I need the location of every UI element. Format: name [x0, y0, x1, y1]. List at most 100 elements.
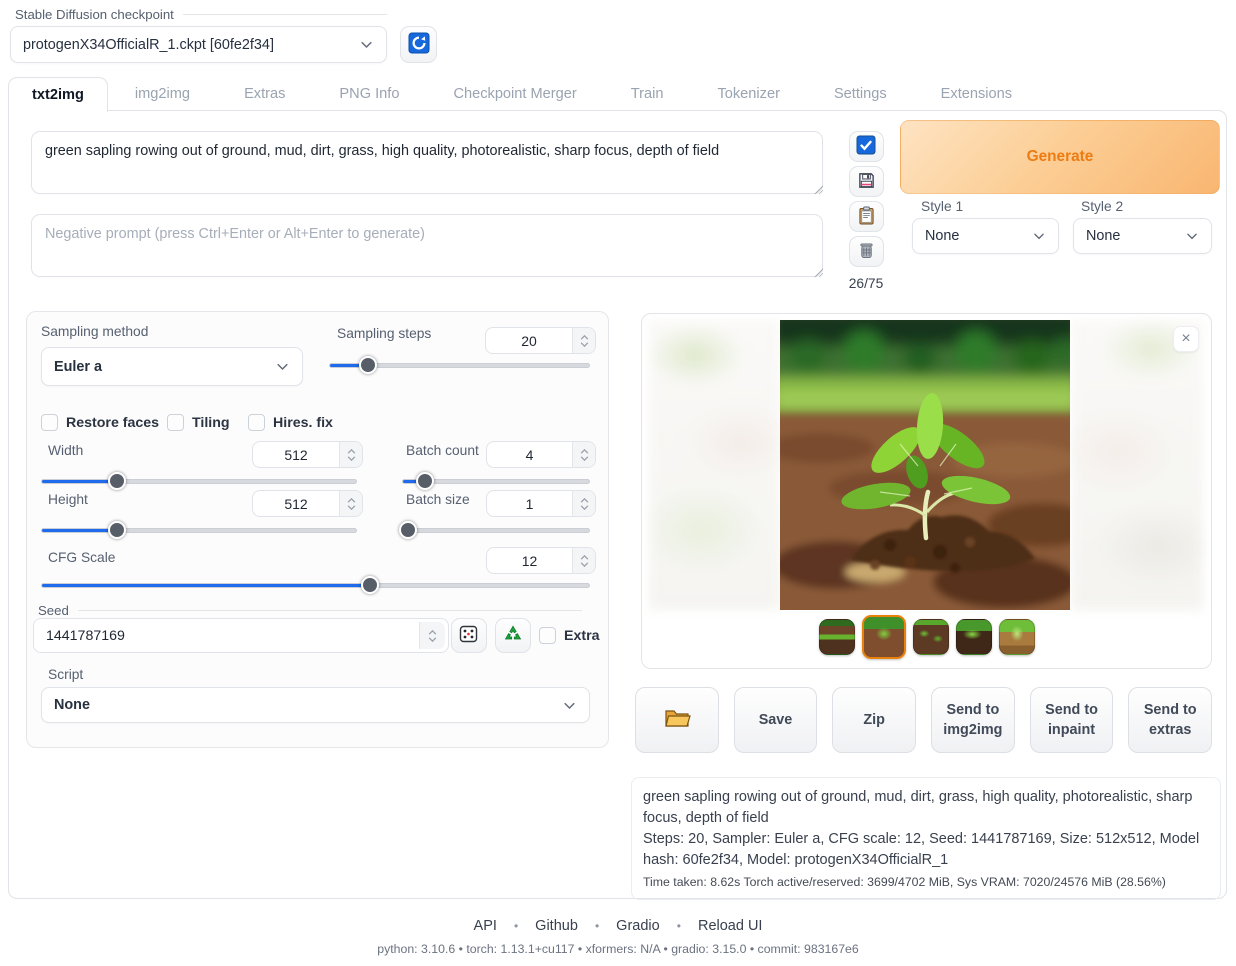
save-button[interactable]: Save: [734, 687, 818, 753]
cfg-scale-slider[interactable]: [41, 576, 590, 594]
stepper-buttons[interactable]: [339, 491, 362, 516]
clear-prompt-button[interactable]: [849, 236, 884, 267]
batch-count-input[interactable]: [487, 442, 572, 467]
check-icon: [856, 135, 876, 158]
batch-size-label: Batch size: [406, 492, 470, 507]
checkbox-box: [248, 414, 265, 431]
tab-extensions[interactable]: Extensions: [914, 77, 1039, 111]
tab-label: Tokenizer: [717, 86, 779, 102]
footer-link-reload-ui[interactable]: Reload UI: [698, 918, 762, 934]
tab-checkpoint-merger[interactable]: Checkpoint Merger: [426, 77, 603, 111]
gallery-thumbnail-1[interactable]: [819, 619, 855, 655]
gallery-thumbnail-2-selected[interactable]: [862, 615, 906, 659]
open-folder-button[interactable]: [635, 687, 719, 753]
footer-link-gradio[interactable]: Gradio: [616, 918, 660, 934]
script-dropdown[interactable]: None: [41, 687, 590, 723]
send-to-img2img-button[interactable]: Send to img2img: [931, 687, 1015, 753]
paste-params-button[interactable]: [849, 131, 884, 162]
footer-link-api[interactable]: API: [474, 918, 497, 934]
seed-label-row: Seed: [33, 603, 582, 618]
gallery-thumbnail-5[interactable]: [999, 619, 1035, 655]
style1-label: Style 1: [921, 199, 963, 214]
style1-dropdown[interactable]: None: [912, 218, 1059, 254]
tab-train[interactable]: Train: [604, 77, 691, 111]
gallery-thumbnails: [642, 613, 1211, 661]
prompt-input[interactable]: green sapling rowing out of ground, mud,…: [31, 131, 823, 194]
generation-info: green sapling rowing out of ground, mud,…: [631, 777, 1221, 900]
height-input[interactable]: [253, 491, 339, 516]
width-input[interactable]: [253, 442, 339, 467]
tab-label: Extras: [244, 86, 285, 102]
seed-input-box: [33, 618, 449, 653]
gallery-thumbnail-4[interactable]: [956, 619, 992, 655]
stepper-buttons[interactable]: [419, 622, 445, 649]
stepper-buttons[interactable]: [572, 548, 595, 573]
stepper-buttons[interactable]: [339, 442, 362, 467]
extra-label: Extra: [564, 628, 600, 644]
stepper-buttons[interactable]: [572, 442, 595, 467]
sampling-method-label: Sampling method: [41, 324, 148, 339]
zip-button[interactable]: Zip: [832, 687, 916, 753]
generation-info-performance: Time taken: 8.62s Torch active/reserved:…: [643, 874, 1209, 892]
close-icon[interactable]: ×: [1173, 326, 1199, 352]
negative-prompt-input[interactable]: [31, 214, 823, 277]
batch-size-input[interactable]: [487, 491, 572, 516]
tab-png-info[interactable]: PNG Info: [312, 77, 426, 111]
footer: API • Github • Gradio • Reload UI python…: [0, 918, 1236, 956]
batch-count-slider[interactable]: [402, 472, 590, 490]
reuse-seed-button[interactable]: [495, 618, 531, 653]
checkpoint-section: Stable Diffusion checkpoint protogenX34O…: [10, 7, 440, 63]
prompt-tools: 26/75: [848, 131, 884, 291]
cfg-scale-input[interactable]: [487, 548, 572, 573]
generate-button[interactable]: Generate: [900, 120, 1220, 194]
tab-label: Extensions: [941, 86, 1012, 102]
save-style-button[interactable]: [849, 166, 884, 197]
tab-txt2img[interactable]: txt2img: [8, 77, 108, 112]
tab-tokenizer[interactable]: Tokenizer: [690, 77, 806, 111]
sampling-steps-input-box: [485, 327, 596, 354]
send-to-inpaint-button[interactable]: Send to inpaint: [1030, 687, 1114, 753]
main-tabs: txt2img img2img Extras PNG Info Checkpoi…: [8, 77, 1039, 111]
sampling-steps-slider[interactable]: [329, 356, 590, 374]
restore-faces-checkbox[interactable]: Restore faces: [41, 414, 159, 431]
extra-seed-checkbox[interactable]: Extra: [539, 627, 600, 644]
generation-info-params: Steps: 20, Sampler: Euler a, CFG scale: …: [643, 829, 1209, 871]
label-line: [183, 14, 387, 15]
send-to-extras-button[interactable]: Send to extras: [1128, 687, 1212, 753]
gallery-thumbnail-3[interactable]: [913, 619, 949, 655]
footer-link-github[interactable]: Github: [535, 918, 578, 934]
script-label: Script: [48, 667, 83, 682]
checkpoint-value: protogenX34OfficialR_1.ckpt [60fe2f34]: [23, 37, 274, 53]
tab-label: Settings: [834, 86, 887, 102]
random-seed-button[interactable]: [451, 618, 487, 653]
width-slider[interactable]: [41, 472, 357, 490]
seed-input[interactable]: [34, 619, 416, 652]
tab-img2img[interactable]: img2img: [108, 77, 217, 111]
height-label: Height: [48, 492, 88, 507]
hires-fix-checkbox[interactable]: Hires. fix: [248, 414, 333, 431]
output-gallery: ×: [641, 313, 1212, 669]
gallery-backdrop-left: [649, 320, 780, 610]
sampling-method-dropdown[interactable]: Euler a: [41, 347, 303, 386]
script-value: None: [54, 697, 90, 713]
chevron-down-icon: [562, 698, 577, 713]
tiling-checkbox[interactable]: Tiling: [167, 414, 230, 431]
apply-style-button[interactable]: [849, 201, 884, 232]
trash-icon: [858, 241, 875, 263]
batch-size-input-box: [486, 490, 596, 517]
tab-extras[interactable]: Extras: [217, 77, 312, 111]
style1-value: None: [925, 228, 959, 244]
checkpoint-label-row: Stable Diffusion checkpoint: [10, 7, 387, 22]
footer-separator: •: [595, 919, 599, 933]
stepper-buttons[interactable]: [572, 328, 595, 353]
checkpoint-dropdown[interactable]: protogenX34OfficialR_1.ckpt [60fe2f34]: [10, 26, 387, 63]
height-slider[interactable]: [41, 521, 357, 539]
generated-image[interactable]: [780, 320, 1070, 610]
batch-count-input-box: [486, 441, 596, 468]
stepper-buttons[interactable]: [572, 491, 595, 516]
sampling-steps-input[interactable]: [486, 328, 572, 353]
style2-dropdown[interactable]: None: [1073, 218, 1212, 254]
batch-size-slider[interactable]: [402, 521, 590, 539]
refresh-checkpoints-button[interactable]: [400, 26, 437, 63]
tab-settings[interactable]: Settings: [807, 77, 914, 111]
